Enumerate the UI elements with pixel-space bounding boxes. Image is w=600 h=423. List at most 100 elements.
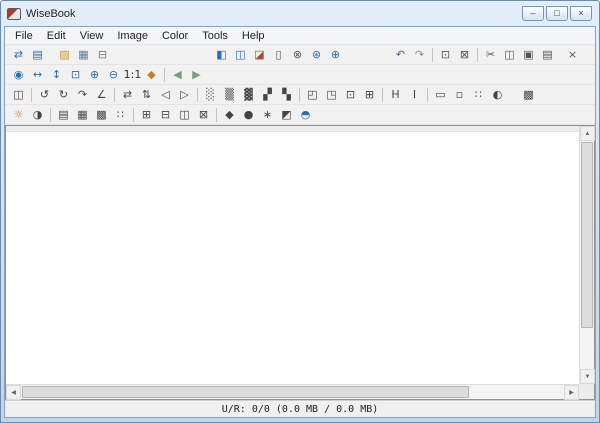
actual-size-button[interactable]: 1:1: [123, 66, 142, 84]
paste-button[interactable]: ▣: [519, 46, 538, 64]
select-rectangle-button[interactable]: ⊡: [436, 46, 455, 64]
open-folder-button[interactable]: ▨: [55, 46, 74, 64]
titlebar[interactable]: WiseBook –□×: [4, 1, 596, 26]
remove-lines-button[interactable]: ▚: [277, 86, 296, 104]
paste-as-new-button[interactable]: ▤: [538, 46, 557, 64]
merge-pages-button[interactable]: ⊠: [194, 106, 213, 124]
thumbnail-view-button[interactable]: ◫: [231, 46, 250, 64]
close-button[interactable]: ×: [570, 6, 592, 21]
blur-button[interactable]: ●: [239, 106, 258, 124]
copy-button[interactable]: ◫: [500, 46, 519, 64]
set-margins-button[interactable]: ⊞: [360, 86, 379, 104]
sharpen-button[interactable]: ◆: [220, 106, 239, 124]
next-page-button[interactable]: ▶: [187, 66, 206, 84]
zoom-out-button[interactable]: ⊖: [104, 66, 123, 84]
eraser-tool-button[interactable]: ◪: [250, 46, 269, 64]
vertical-scroll-thumb[interactable]: [581, 142, 593, 328]
menu-file[interactable]: File: [8, 28, 40, 44]
page-width-button[interactable]: H: [386, 86, 405, 104]
invert-colors-icon: ◩: [281, 109, 291, 120]
auto-deskew-button[interactable]: ∠: [92, 86, 111, 104]
menu-view[interactable]: View: [73, 28, 111, 44]
despeckle-light-button[interactable]: ░: [201, 86, 220, 104]
grid-medium-button[interactable]: ▦: [73, 106, 92, 124]
fit-window-button[interactable]: ◉: [9, 66, 28, 84]
fit-height-icon: ↕: [52, 69, 61, 80]
horizontal-scroll-thumb[interactable]: [22, 386, 469, 398]
zoom-out-icon: ⊖: [109, 69, 118, 80]
resize-image-button[interactable]: ▭: [431, 86, 450, 104]
previous-page-button[interactable]: ◀: [168, 66, 187, 84]
despeckle-strong-button[interactable]: ▓: [239, 86, 258, 104]
page-properties-button[interactable]: ▯: [269, 46, 288, 64]
delete-page-button[interactable]: ⊟: [156, 106, 175, 124]
menu-image[interactable]: Image: [110, 28, 155, 44]
maximize-button[interactable]: □: [546, 6, 568, 21]
document-canvas[interactable]: [6, 126, 579, 384]
grid-large-button[interactable]: ▩: [92, 106, 111, 124]
crop-selection-button[interactable]: ⊠: [455, 46, 474, 64]
scroll-up-button[interactable]: ▲: [580, 126, 595, 141]
scroll-left-button[interactable]: ◀: [6, 385, 21, 400]
erase-black-borders-button[interactable]: ◰: [303, 86, 322, 104]
remove-dots-button[interactable]: ▞: [258, 86, 277, 104]
invert-colors-button[interactable]: ◩: [277, 106, 296, 124]
despeckle-strong-icon: ▓: [244, 89, 252, 100]
batch-process-icon: ▩: [523, 89, 533, 100]
new-book-button[interactable]: ▤: [28, 46, 47, 64]
flip-horizontal-button[interactable]: ⇄: [118, 86, 137, 104]
fit-height-button[interactable]: ↕: [47, 66, 66, 84]
despeckle-medium-button[interactable]: ▒: [220, 86, 239, 104]
erase-white-borders-button[interactable]: ◳: [322, 86, 341, 104]
cut-button[interactable]: ✂: [481, 46, 500, 64]
skew-left-button[interactable]: ◁: [156, 86, 175, 104]
dot-screen-button[interactable]: ∷: [111, 106, 130, 124]
page-height-button[interactable]: I: [405, 86, 424, 104]
skew-right-icon: ▷: [180, 89, 188, 100]
menu-help[interactable]: Help: [235, 28, 272, 44]
auto-crop-button[interactable]: ⊡: [341, 86, 360, 104]
rotate-right-button[interactable]: ↻: [54, 86, 73, 104]
fit-page-button[interactable]: ⊡: [66, 66, 85, 84]
scroll-right-button[interactable]: ▶: [564, 385, 579, 400]
previous-page-icon: ◀: [173, 69, 181, 80]
tools-panel-button[interactable]: ⊗: [288, 46, 307, 64]
print-book-button[interactable]: ⊟: [93, 46, 112, 64]
contrast-button[interactable]: ◑: [28, 106, 47, 124]
flip-vertical-icon: ⇅: [142, 89, 151, 100]
page-list-button[interactable]: ◧: [212, 46, 231, 64]
undo-button[interactable]: ↶: [391, 46, 410, 64]
menu-edit[interactable]: Edit: [40, 28, 73, 44]
rotate-180-button[interactable]: ↷: [73, 86, 92, 104]
redo-button[interactable]: ↷: [410, 46, 429, 64]
change-dpi-button[interactable]: ∷: [469, 86, 488, 104]
vertical-scrollbar[interactable]: ▲ ▼: [579, 126, 594, 384]
brightness-button[interactable]: ☼: [9, 106, 28, 124]
duplicate-page-button[interactable]: ◫: [175, 106, 194, 124]
despeckle-filter-button[interactable]: ∗: [258, 106, 277, 124]
menu-tools[interactable]: Tools: [195, 28, 235, 44]
fit-width-button[interactable]: ↔: [28, 66, 47, 84]
grayscale-convert-button[interactable]: ◐: [488, 86, 507, 104]
horizontal-scrollbar[interactable]: ◀ ▶: [6, 384, 579, 399]
split-pages-button[interactable]: ◫: [9, 86, 28, 104]
minimize-button[interactable]: –: [522, 6, 544, 21]
rotate-left-button[interactable]: ↺: [35, 86, 54, 104]
color-balance-button[interactable]: ◓: [296, 106, 315, 124]
plugins-button[interactable]: ⊕: [326, 46, 345, 64]
options-dialog-button[interactable]: ⊛: [307, 46, 326, 64]
insert-page-button[interactable]: ⊞: [137, 106, 156, 124]
grid-small-button[interactable]: ▤: [54, 106, 73, 124]
delete-selection-button[interactable]: ×: [563, 46, 582, 64]
resample-image-button[interactable]: ▫: [450, 86, 469, 104]
save-book-button[interactable]: ▦: [74, 46, 93, 64]
flip-vertical-button[interactable]: ⇅: [137, 86, 156, 104]
scroll-down-button[interactable]: ▼: [580, 369, 595, 384]
batch-process-button[interactable]: ▩: [519, 86, 538, 104]
skew-right-button[interactable]: ▷: [175, 86, 194, 104]
acquire-images-icon: ⇄: [14, 49, 23, 60]
zoom-in-button[interactable]: ⊕: [85, 66, 104, 84]
acquire-images-button[interactable]: ⇄: [9, 46, 28, 64]
pan-tool-button[interactable]: ◆: [142, 66, 161, 84]
menu-color[interactable]: Color: [155, 28, 195, 44]
